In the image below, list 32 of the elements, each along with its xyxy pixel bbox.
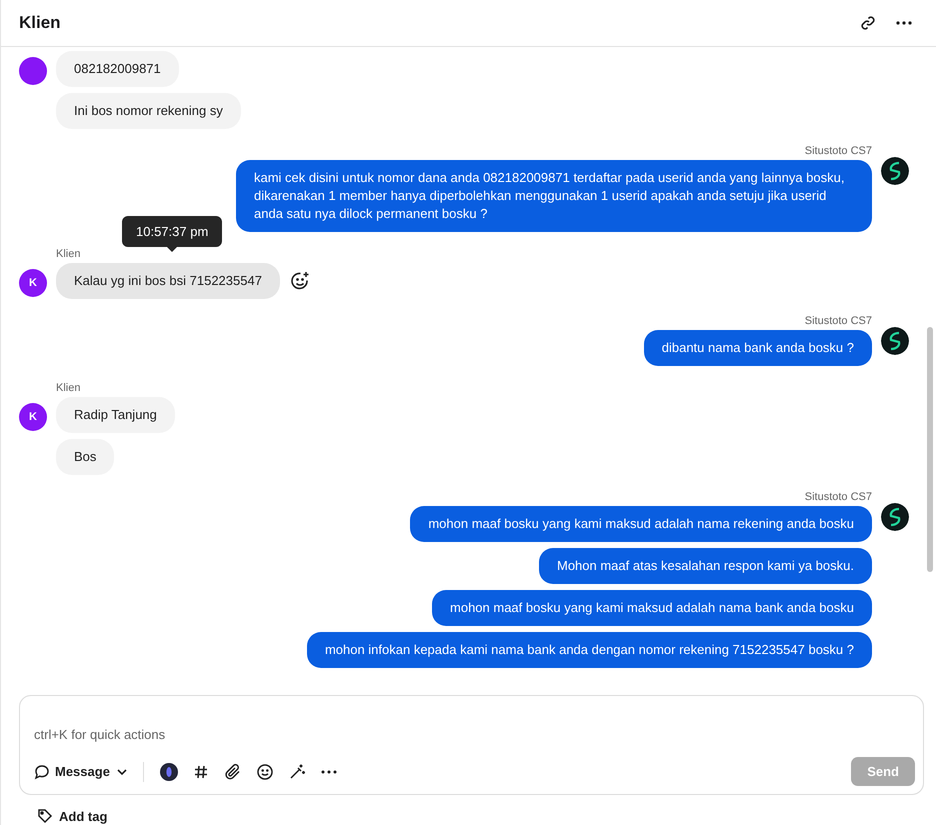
chat-bubble-icon <box>34 764 50 780</box>
message-bubble: mohon maaf bosku yang kami maksud adalah nama bank anda bosku <box>432 590 872 626</box>
message-field[interactable]: ctrl+K for quick actions Message Send <box>19 695 924 795</box>
message-bubble: dibantu nama bank anda bosku ? <box>644 330 872 366</box>
message-bubble: Ini bos nomor rekening sy <box>56 93 241 129</box>
message-bubble: Mohon maaf atas kesalahan respon kami ya bosku. <box>538 548 872 584</box>
message-bubble: mohon maaf bosku yang kami maksud adalah nama rekening anda bosku <box>410 506 872 542</box>
avatar-icon <box>881 327 909 355</box>
avatar: K <box>19 269 47 297</box>
message-mode-dropdown[interactable]: Message <box>34 764 129 780</box>
add-reaction-icon[interactable] <box>290 271 310 291</box>
message-bubble: Bos <box>56 439 114 475</box>
orb-icon[interactable] <box>158 760 180 782</box>
add-tag-button[interactable]: Add tag <box>37 807 936 825</box>
avatar <box>19 57 47 85</box>
sender-name: Klien <box>56 382 80 394</box>
avatar-icon <box>881 157 909 185</box>
avatar-icon <box>881 503 909 531</box>
sender-name: Situstoto CS7 <box>804 315 872 327</box>
message-bubble: Kalau yg ini bos bsi 7152235547 <box>56 263 280 299</box>
message-bubble: Radip Tanjung <box>56 397 175 433</box>
time-tooltip: 10:57:37 pm <box>122 216 222 252</box>
sender-name: Situstoto CS7 <box>804 145 872 157</box>
avatar: K <box>19 403 47 431</box>
sender-name: Situstoto CS7 <box>804 491 872 503</box>
tag-icon <box>37 808 53 824</box>
chat-title: Klien <box>19 13 62 33</box>
message-bubble: mohon infokan kepada kami nama bank anda dengan nomor rekening 7152235547 bosku ? <box>306 632 872 668</box>
scrollbar-thumb[interactable] <box>927 327 933 572</box>
sender-name: Klien <box>56 248 80 260</box>
message-bubble: kami cek disini untuk nomor dana anda 082182009871 terdaftar pada userid anda yang lainnya bosku, dikarenakan 1 member hanya diperbolehkan menggunakan 1 userid apakah anda setuju jika userid anda satu nya dilock permanent bosku ? <box>236 160 872 232</box>
message-bubble: 082182009871 <box>56 51 179 87</box>
